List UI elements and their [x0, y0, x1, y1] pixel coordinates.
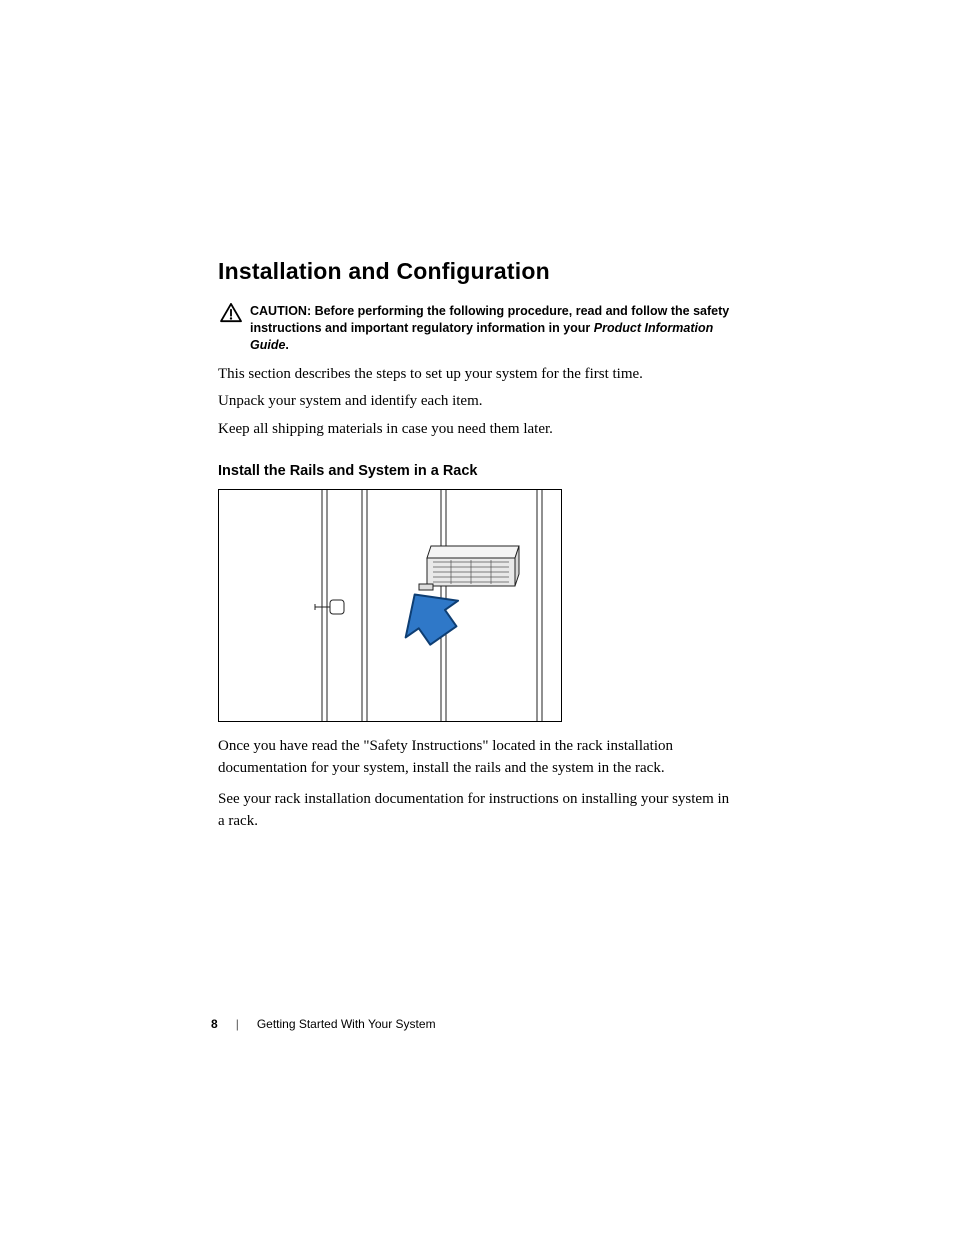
rack-installation-figure — [218, 489, 562, 722]
page-footer: 8 | Getting Started With Your System — [211, 1017, 436, 1031]
caution-body-2: . — [285, 338, 288, 352]
page-content: Installation and Configuration CAUTION: … — [218, 258, 738, 839]
section-title: Installation and Configuration — [218, 258, 738, 285]
paragraph-after-figure-1: Once you have read the "Safety Instructi… — [218, 736, 738, 780]
footer-divider: | — [236, 1017, 239, 1031]
caution-icon — [220, 303, 242, 323]
caution-text: CAUTION: Before performing the following… — [250, 303, 738, 354]
paragraph-keep-materials: Keep all shipping materials in case you … — [218, 419, 738, 441]
footer-section-name: Getting Started With Your System — [257, 1017, 436, 1031]
subhead-install-rails: Install the Rails and System in a Rack — [218, 463, 738, 479]
page-number: 8 — [211, 1017, 218, 1031]
caution-block: CAUTION: Before performing the following… — [220, 303, 738, 354]
paragraph-unpack: Unpack your system and identify each ite… — [218, 391, 738, 413]
paragraph-intro: This section describes the steps to set … — [218, 364, 738, 386]
caution-label: CAUTION: — [250, 304, 311, 318]
paragraph-after-figure-2: See your rack installation documentation… — [218, 789, 738, 833]
